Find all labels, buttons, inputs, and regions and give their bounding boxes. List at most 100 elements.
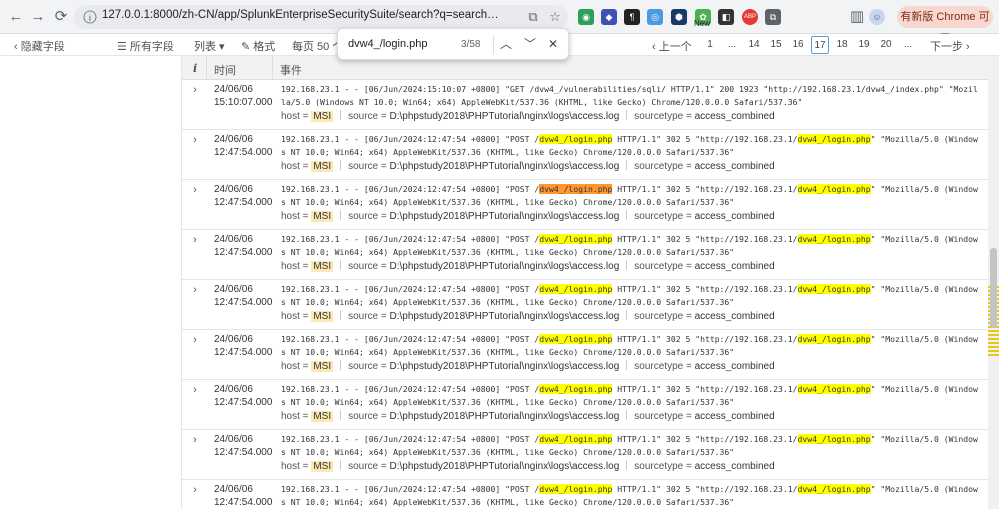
close-icon[interactable]: ✕ bbox=[545, 36, 561, 52]
sourcetype-value[interactable]: access_combined bbox=[695, 211, 775, 222]
page-1-button[interactable]: 1 bbox=[701, 36, 719, 54]
page-17-button[interactable]: 17 bbox=[811, 36, 829, 54]
expand-row-icon[interactable]: › bbox=[189, 484, 201, 498]
host-value[interactable]: MSI bbox=[311, 461, 334, 472]
source-value[interactable]: D:\phpstudy2018\PHPTutorial\nginx\logs\a… bbox=[390, 311, 620, 322]
search-match-highlight[interactable]: dvw4_/login.php bbox=[797, 234, 871, 244]
event-clock[interactable]: 15:10:07.000 bbox=[214, 96, 284, 109]
event-clock[interactable]: 12:47:54.000 bbox=[214, 346, 284, 359]
search-match-highlight[interactable]: dvw4_/login.php bbox=[539, 384, 613, 394]
source-value[interactable]: D:\phpstudy2018\PHPTutorial\nginx\logs\a… bbox=[390, 461, 620, 472]
source-value[interactable]: D:\phpstudy2018\PHPTutorial\nginx\logs\a… bbox=[390, 161, 620, 172]
expand-row-icon[interactable]: › bbox=[189, 284, 201, 298]
find-input[interactable]: dvw4_/login.php bbox=[348, 38, 428, 50]
search-match-highlight[interactable]: dvw4_/login.php bbox=[539, 284, 613, 294]
back-icon[interactable]: ← bbox=[6, 7, 26, 27]
event-time[interactable]: 24/06/06 12:47:54.000 bbox=[214, 433, 284, 459]
event-date[interactable]: 24/06/06 bbox=[214, 133, 284, 146]
search-match-highlight[interactable]: dvw4_/login.php bbox=[797, 384, 871, 394]
format-button[interactable]: ✎ 格式 bbox=[241, 38, 275, 54]
extension-9-icon[interactable]: ⧉ bbox=[765, 9, 781, 25]
search-match-highlight[interactable]: dvw4_/login.php bbox=[539, 484, 613, 494]
host-value[interactable]: MSI bbox=[311, 211, 334, 222]
event-time[interactable]: 24/06/06 12:47:54.000 bbox=[214, 183, 284, 209]
forward-icon[interactable]: → bbox=[28, 7, 48, 27]
vertical-scrollbar[interactable] bbox=[988, 56, 999, 509]
event-date[interactable]: 24/06/06 bbox=[214, 183, 284, 196]
time-column-header[interactable]: 时间 bbox=[214, 62, 236, 78]
expand-row-icon[interactable]: › bbox=[189, 134, 201, 148]
search-match-highlight[interactable]: dvw4_/login.php bbox=[539, 334, 613, 344]
search-match-highlight[interactable]: dvw4_/login.php bbox=[539, 184, 613, 194]
sourcetype-value[interactable]: access_combined bbox=[695, 361, 775, 372]
search-match-highlight[interactable]: dvw4_/login.php bbox=[797, 134, 871, 144]
sourcetype-value[interactable]: access_combined bbox=[695, 311, 775, 322]
host-value[interactable]: MSI bbox=[311, 311, 334, 322]
translate-icon[interactable]: ⧉ bbox=[524, 8, 542, 26]
event-time[interactable]: 24/06/06 12:47:54.000 bbox=[214, 483, 284, 509]
source-value[interactable]: D:\phpstudy2018\PHPTutorial\nginx\logs\a… bbox=[390, 261, 620, 272]
host-value[interactable]: MSI bbox=[311, 111, 334, 122]
event-date[interactable]: 24/06/06 bbox=[214, 283, 284, 296]
page-15-button[interactable]: 15 bbox=[767, 36, 785, 54]
expand-row-icon[interactable]: › bbox=[189, 334, 201, 348]
event-clock[interactable]: 12:47:54.000 bbox=[214, 246, 284, 259]
extension-2-icon[interactable]: ◆ bbox=[601, 9, 617, 25]
page-18-button[interactable]: 18 bbox=[833, 36, 851, 54]
expand-row-icon[interactable]: › bbox=[189, 84, 201, 98]
search-match-highlight[interactable]: dvw4_/login.php bbox=[797, 284, 871, 294]
all-fields-button[interactable]: ☰ 所有字段 bbox=[117, 38, 174, 54]
source-value[interactable]: D:\phpstudy2018\PHPTutorial\nginx\logs\a… bbox=[390, 411, 620, 422]
bookmark-star-icon[interactable]: ☆ bbox=[546, 8, 564, 26]
event-date[interactable]: 24/06/06 bbox=[214, 333, 284, 346]
chevron-up-icon[interactable]: ︿ bbox=[498, 36, 514, 52]
reload-icon[interactable]: ⟳ bbox=[51, 7, 71, 27]
scrollbar-thumb[interactable] bbox=[990, 248, 997, 328]
extension-8-icon[interactable]: ABP bbox=[742, 9, 758, 25]
search-match-highlight[interactable]: dvw4_/login.php bbox=[539, 234, 613, 244]
search-match-highlight[interactable]: dvw4_/login.php bbox=[797, 184, 871, 194]
address-bar[interactable]: i 127.0.0.1:8000/zh-CN/app/SplunkEnterpr… bbox=[74, 5, 568, 29]
extension-3-icon[interactable]: ¶ bbox=[624, 9, 640, 25]
sourcetype-value[interactable]: access_combined bbox=[695, 411, 775, 422]
profile-avatar[interactable]: ☺ bbox=[869, 9, 885, 25]
event-date[interactable]: 24/06/06 bbox=[214, 83, 284, 96]
chevron-down-icon[interactable]: ﹀ bbox=[522, 36, 538, 52]
event-time[interactable]: 24/06/06 12:47:54.000 bbox=[214, 383, 284, 409]
event-time[interactable]: 24/06/06 12:47:54.000 bbox=[214, 333, 284, 359]
event-time[interactable]: 24/06/06 15:10:07.000 bbox=[214, 83, 284, 109]
event-date[interactable]: 24/06/06 bbox=[214, 433, 284, 446]
source-value[interactable]: D:\phpstudy2018\PHPTutorial\nginx\logs\a… bbox=[390, 211, 620, 222]
host-value[interactable]: MSI bbox=[311, 161, 334, 172]
prev-page-button[interactable]: ‹ 上一个 bbox=[652, 38, 692, 54]
per-page-dropdown[interactable]: 每页 50 个 bbox=[292, 38, 343, 54]
search-match-highlight[interactable]: dvw4_/login.php bbox=[797, 434, 871, 444]
sourcetype-value[interactable]: access_combined bbox=[695, 161, 775, 172]
extension-1-icon[interactable]: ◉ bbox=[578, 9, 594, 25]
search-match-highlight[interactable]: dvw4_/login.php bbox=[797, 334, 871, 344]
event-column-header[interactable]: 事件 bbox=[280, 62, 302, 78]
sourcetype-value[interactable]: access_combined bbox=[695, 461, 775, 472]
event-time[interactable]: 24/06/06 12:47:54.000 bbox=[214, 283, 284, 309]
chrome-update-button[interactable]: 有新版 Chrome 可用 bbox=[897, 6, 993, 45]
event-clock[interactable]: 12:47:54.000 bbox=[214, 296, 284, 309]
host-value[interactable]: MSI bbox=[311, 261, 334, 272]
extension-4-icon[interactable]: ◎ bbox=[647, 9, 663, 25]
page-19-button[interactable]: 19 bbox=[855, 36, 873, 54]
page-20-button[interactable]: 20 bbox=[877, 36, 895, 54]
hide-fields-button[interactable]: ‹ 隐藏字段 bbox=[14, 38, 65, 54]
search-match-highlight[interactable]: dvw4_/login.php bbox=[539, 434, 613, 444]
expand-row-icon[interactable]: › bbox=[189, 184, 201, 198]
sourcetype-value[interactable]: access_combined bbox=[695, 111, 775, 122]
next-page-button[interactable]: 下一步 › bbox=[930, 38, 970, 54]
url-text[interactable]: 127.0.0.1:8000/zh-CN/app/SplunkEnterpris… bbox=[102, 9, 502, 21]
page-16-button[interactable]: 16 bbox=[789, 36, 807, 54]
sourcetype-value[interactable]: access_combined bbox=[695, 261, 775, 272]
search-match-highlight[interactable]: dvw4_/login.php bbox=[539, 134, 613, 144]
site-info-icon[interactable]: i bbox=[83, 10, 97, 24]
event-date[interactable]: 24/06/06 bbox=[214, 383, 284, 396]
side-panel-icon[interactable]: ▥ bbox=[847, 7, 867, 27]
event-clock[interactable]: 12:47:54.000 bbox=[214, 146, 284, 159]
event-date[interactable]: 24/06/06 bbox=[214, 483, 284, 496]
search-match-highlight[interactable]: dvw4_/login.php bbox=[797, 484, 871, 494]
